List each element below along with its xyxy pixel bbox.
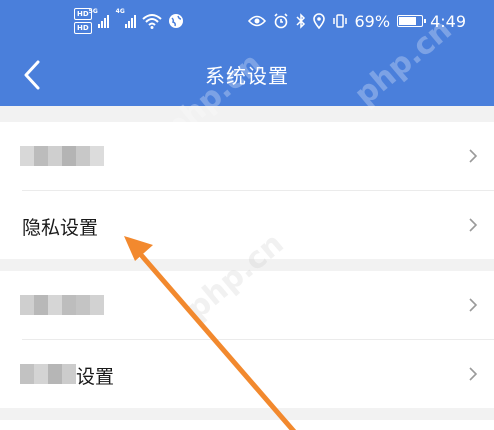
battery-level bbox=[399, 17, 416, 25]
blurred-label bbox=[20, 146, 104, 166]
settings-row-label: 设置 bbox=[76, 366, 115, 388]
vibrate-icon bbox=[332, 14, 347, 28]
settings-group-1: 隐私设置 bbox=[0, 122, 494, 259]
location-icon bbox=[312, 13, 325, 29]
chevron-right-icon bbox=[469, 218, 478, 232]
signal-5g-icon: 5G bbox=[89, 8, 109, 28]
signal-4g-icon: 4G bbox=[116, 8, 136, 28]
hd-badge: HD bbox=[74, 22, 92, 34]
globe-icon bbox=[168, 14, 183, 28]
blurred-label bbox=[20, 295, 104, 315]
alarm-icon bbox=[273, 13, 288, 29]
eye-icon bbox=[247, 15, 266, 27]
settings-row-blurred[interactable] bbox=[0, 122, 494, 190]
wifi-icon bbox=[142, 14, 162, 29]
battery-percent: 69% bbox=[354, 11, 391, 31]
privacy-settings-label: 隐私设置 bbox=[22, 217, 99, 239]
app-header: HD HD 5G 4G 69% 4:49 系统设置 php.cn php.cn bbox=[0, 0, 494, 147]
settings-row-partial[interactable]: 设置 bbox=[0, 340, 494, 408]
settings-group-3 bbox=[0, 420, 494, 430]
network-type-label: 4G bbox=[115, 8, 125, 15]
blurred-label bbox=[20, 364, 76, 384]
chevron-right-icon bbox=[469, 298, 478, 312]
chevron-right-icon bbox=[469, 149, 478, 163]
chevron-right-icon bbox=[469, 367, 478, 381]
bluetooth-icon bbox=[295, 13, 305, 29]
status-left: HD HD 5G 4G bbox=[74, 6, 184, 36]
settings-group-2: 设置 bbox=[0, 271, 494, 408]
network-type-label: 5G bbox=[88, 8, 98, 15]
